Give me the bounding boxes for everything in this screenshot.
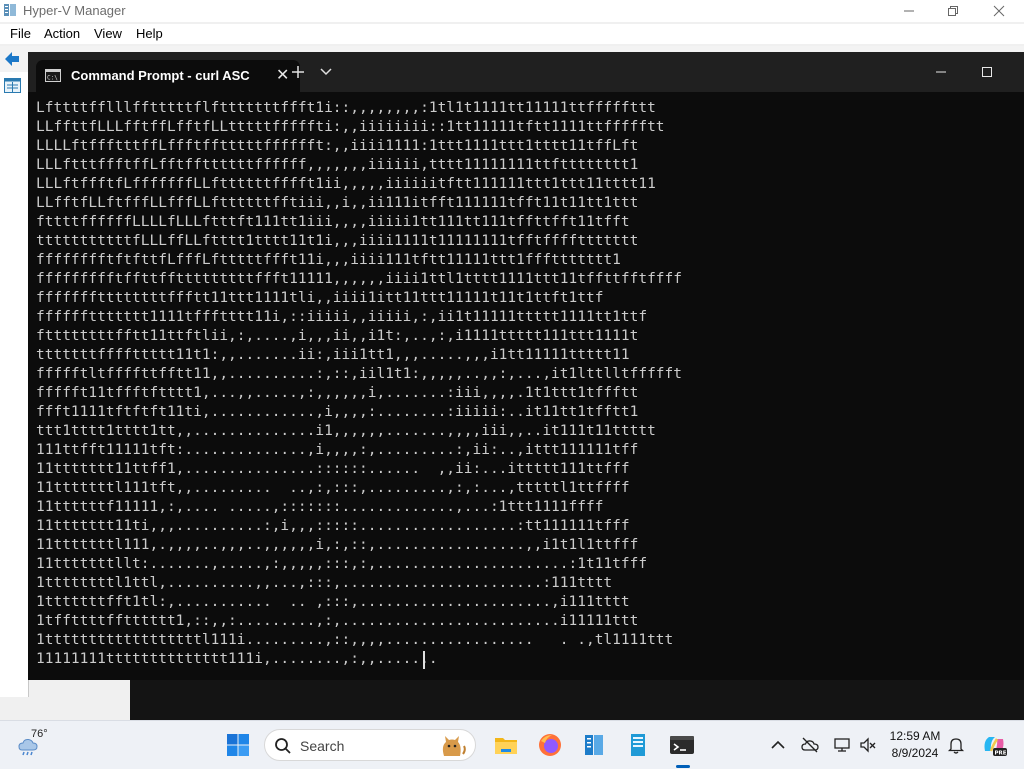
windows-start-icon[interactable]: [224, 731, 252, 759]
hyperv-window-title: Hyper-V Manager: [23, 3, 126, 18]
svg-text:PRE: PRE: [995, 750, 1007, 756]
clock-date[interactable]: 8/9/2024: [888, 746, 942, 760]
onedrive-offline-icon[interactable]: [800, 735, 820, 755]
terminal-console[interactable]: Lfttttfflllfftttttflftttttttffft1i::,,,,…: [28, 92, 1024, 680]
chevron-up-icon[interactable]: [768, 735, 788, 755]
hyperv-close-button[interactable]: [976, 0, 1022, 22]
search-highlight-cat-icon: [442, 736, 466, 756]
clock-time[interactable]: 12:59 AM: [888, 729, 942, 743]
menu-view[interactable]: View: [94, 26, 122, 41]
hyperv-taskbar-icon[interactable]: [580, 731, 608, 759]
minimize-icon: [904, 10, 914, 12]
menu-file[interactable]: File: [10, 26, 31, 41]
chevron-down-icon[interactable]: [320, 68, 332, 76]
back-arrow-icon[interactable]: [3, 50, 21, 68]
menu-action[interactable]: Action: [44, 26, 80, 41]
search-label: Search: [300, 738, 345, 754]
hyperv-server-icon[interactable]: [4, 78, 21, 93]
terminal-window: C:\ Command Prompt - curl ASC ✕ Lfttttff…: [28, 52, 1024, 680]
maximize-icon: [982, 67, 992, 77]
search-icon: [275, 738, 291, 754]
close-icon: [993, 5, 1005, 17]
hyperv-restore-button[interactable]: [930, 0, 976, 22]
hyperv-navigation-pane: [0, 72, 29, 697]
weather-temperature: 76°: [31, 728, 48, 740]
hyperv-menubar: File Action View Help: [0, 24, 1024, 44]
command-prompt-icon: C:\: [45, 69, 61, 82]
hyperv-titlebar[interactable]: Hyper-V Manager: [0, 0, 1024, 22]
terminal-minimize-button[interactable]: [918, 60, 964, 84]
svg-text:C:\: C:\: [47, 75, 58, 82]
tab-title: Command Prompt - curl ASC: [71, 68, 250, 83]
terminal-tabbar[interactable]: C:\ Command Prompt - curl ASC ✕: [28, 52, 1024, 92]
console-output: Lfttttfflllfftttttflftttttttffft1i::,,,,…: [36, 100, 683, 667]
text-cursor: [423, 651, 425, 669]
firefox-icon[interactable]: [536, 731, 564, 759]
minimize-icon: [936, 71, 946, 73]
hyperv-app-icon: [4, 4, 16, 16]
menu-help[interactable]: Help: [136, 26, 163, 41]
file-explorer-icon[interactable]: [492, 731, 520, 759]
tab-close-icon[interactable]: ✕: [276, 65, 289, 85]
server-manager-icon[interactable]: [624, 731, 652, 759]
terminal-maximize-button[interactable]: [964, 60, 1010, 84]
notification-bell-icon[interactable]: [946, 735, 966, 755]
tab-command-prompt[interactable]: C:\ Command Prompt - curl ASC ✕: [36, 60, 300, 92]
taskbar: 76° Search 12:59 AM 8/9/2024 PRE: [0, 720, 1024, 769]
taskbar-search-box[interactable]: Search: [264, 729, 476, 761]
copilot-icon[interactable]: PRE: [980, 731, 1008, 759]
volume-muted-icon[interactable]: [858, 735, 878, 755]
network-icon[interactable]: [832, 735, 852, 755]
hyperv-minimize-button[interactable]: [886, 0, 932, 22]
restore-icon: [948, 6, 958, 16]
hyperv-status-area: [0, 697, 130, 720]
desktop-background: [130, 680, 1024, 720]
terminal-taskbar-icon[interactable]: [668, 731, 696, 759]
new-tab-plus-icon[interactable]: [290, 64, 306, 80]
